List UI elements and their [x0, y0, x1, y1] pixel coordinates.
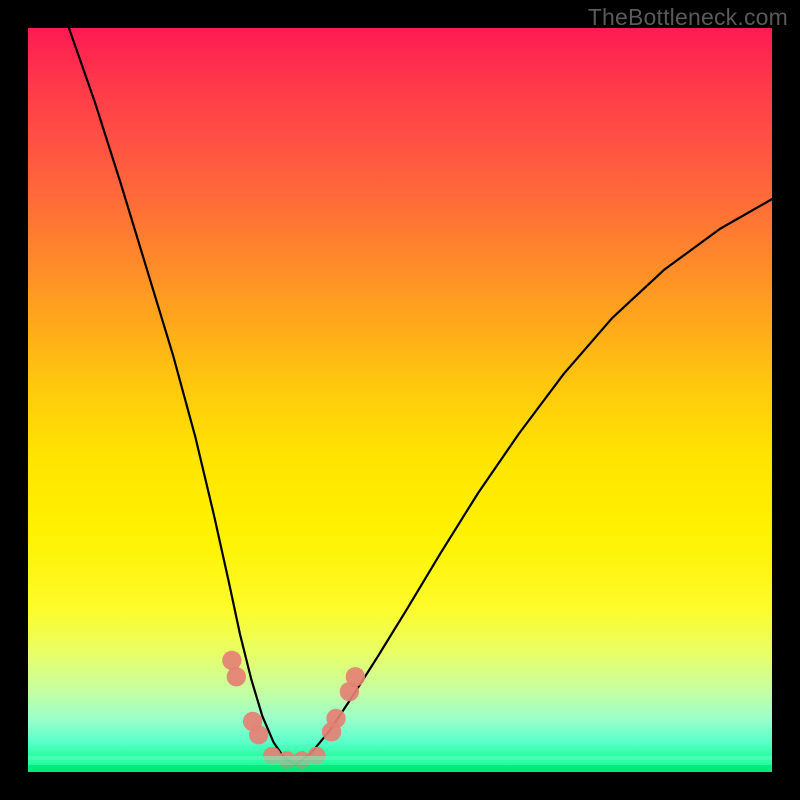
marker-9: [326, 709, 345, 728]
chart-frame: TheBottleneck.com: [0, 0, 800, 800]
base-strip-2: [28, 756, 772, 760]
plot-area: [28, 28, 772, 772]
curve-left-curve: [69, 28, 296, 765]
watermark-text: TheBottleneck.com: [588, 4, 788, 31]
marker-1: [227, 667, 246, 686]
marker-3: [249, 725, 268, 744]
marker-11: [346, 667, 365, 686]
curve-right-curve: [296, 199, 772, 764]
base-strip-1: [28, 760, 772, 764]
base-strip-0: [28, 765, 772, 772]
marker-0: [222, 651, 241, 670]
curves-svg: [28, 28, 772, 772]
